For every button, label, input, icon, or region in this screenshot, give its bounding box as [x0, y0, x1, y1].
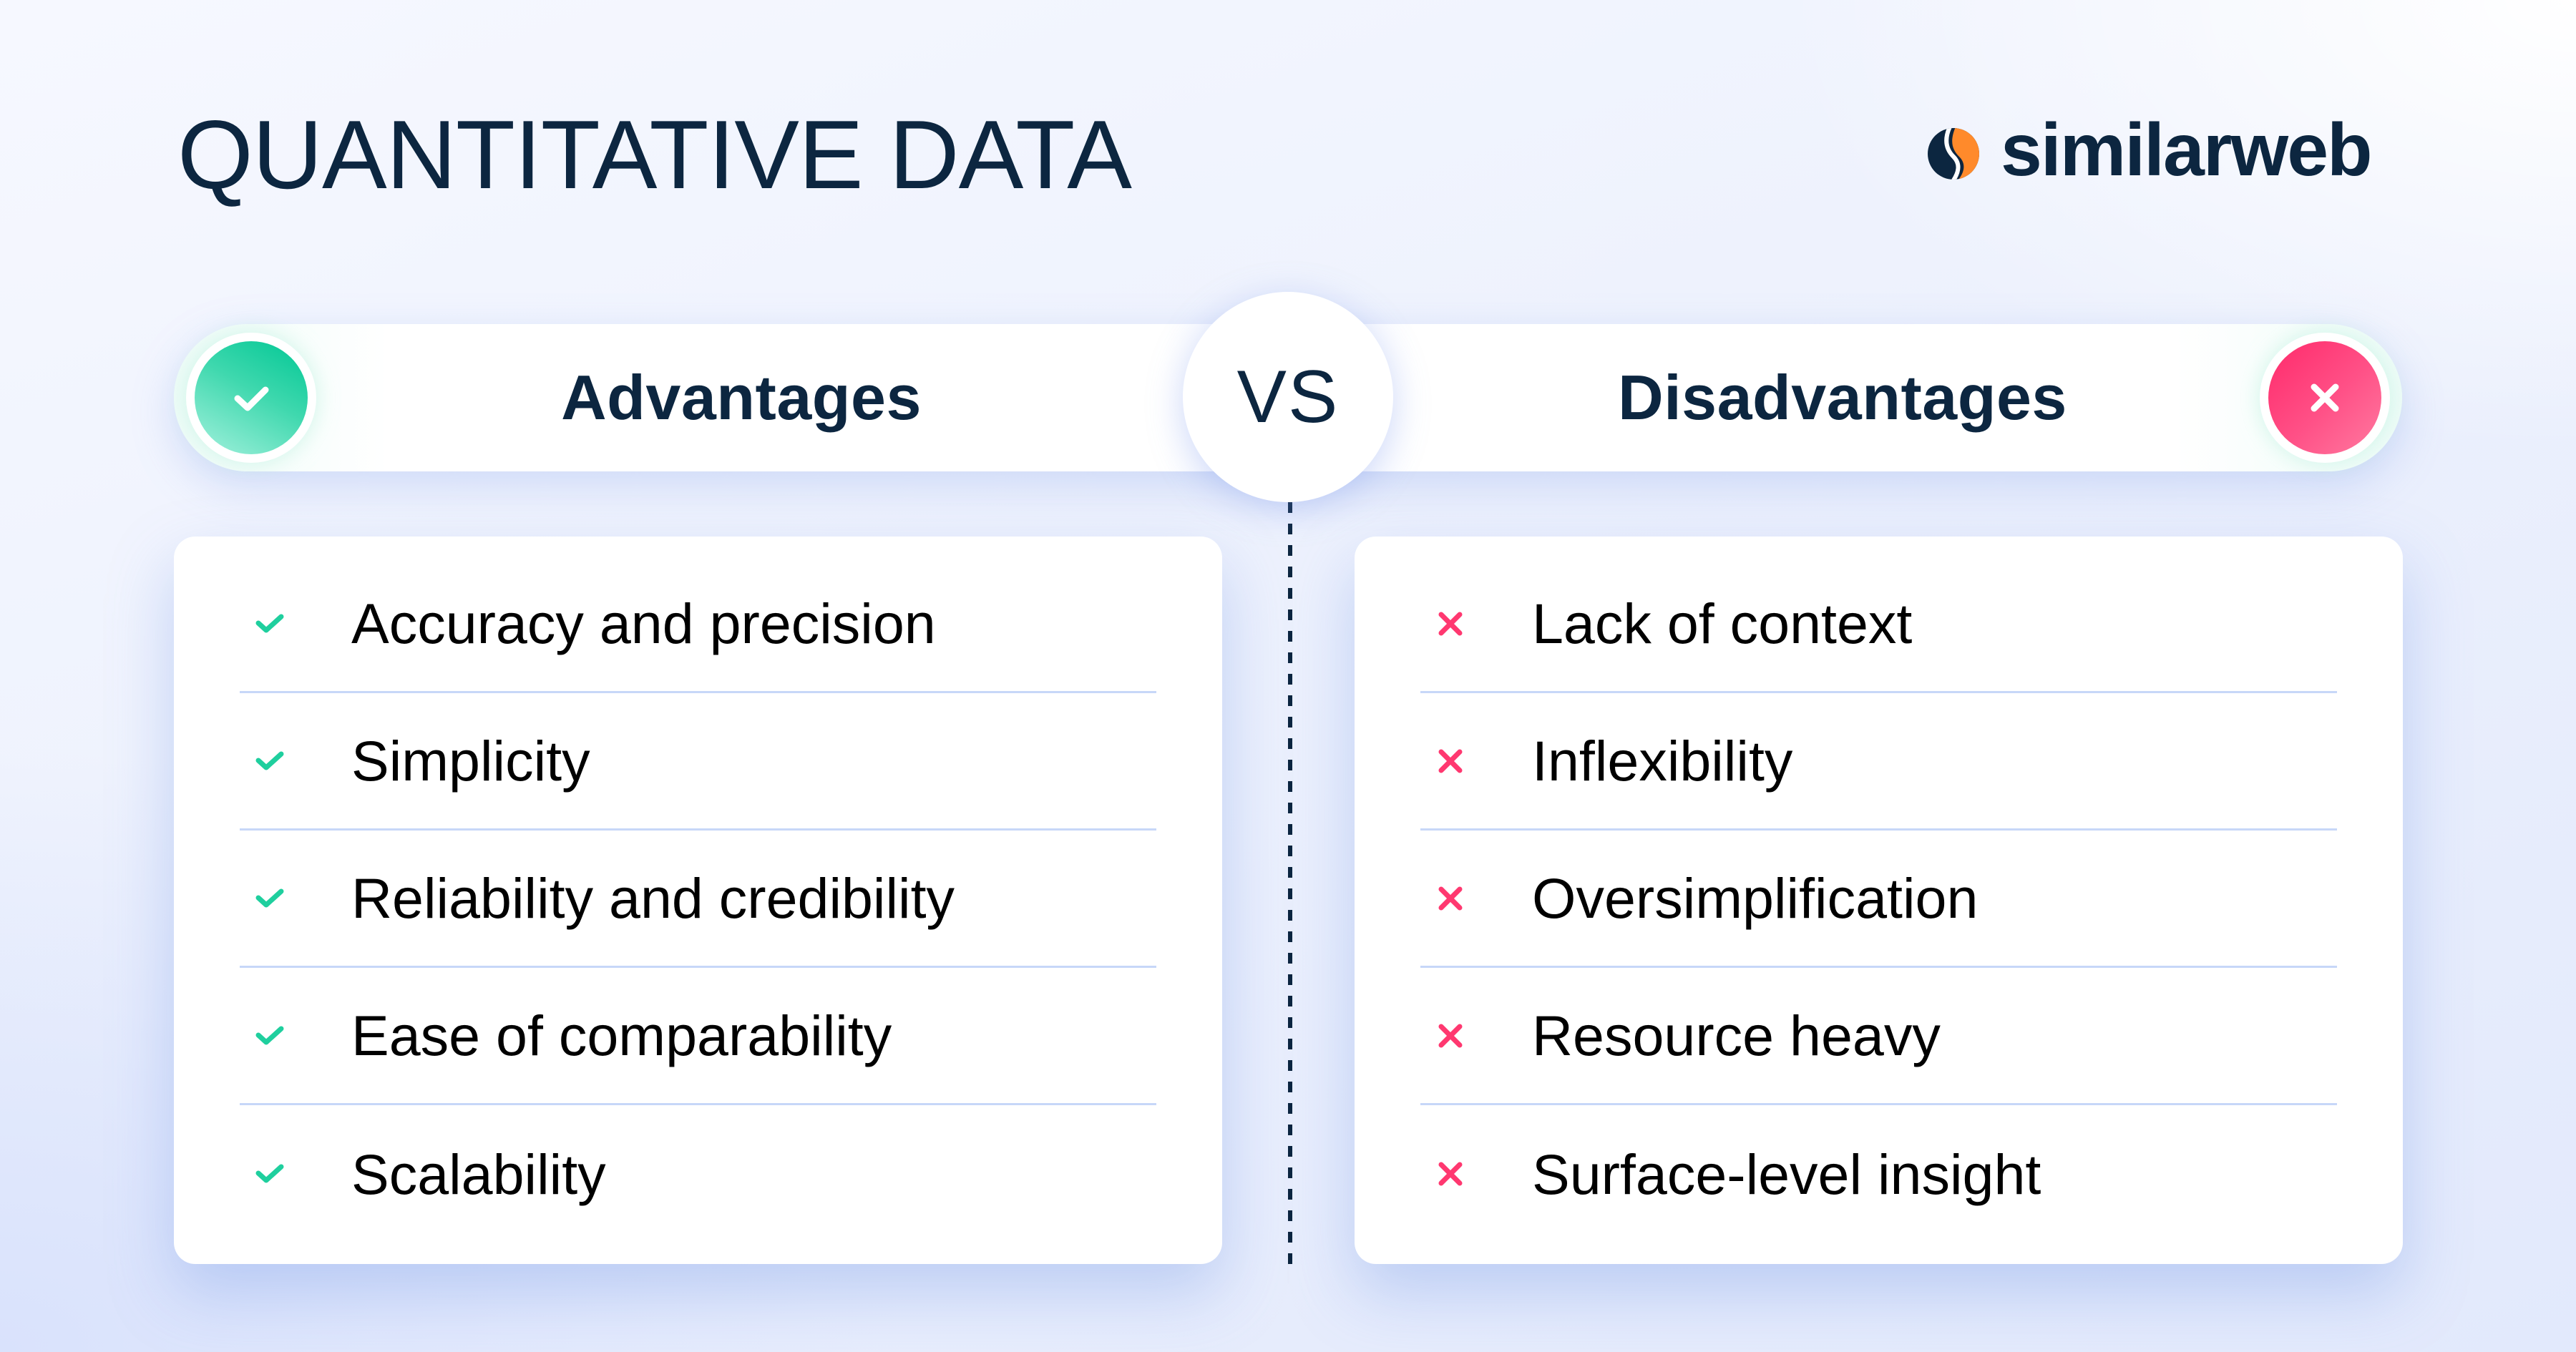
check-icon	[234, 386, 269, 411]
advantages-badge	[186, 333, 316, 463]
advantage-text: Simplicity	[351, 729, 590, 793]
disadvantages-header: Disadvantages	[1288, 324, 2402, 471]
x-icon	[1438, 886, 1463, 910]
advantage-item: Reliability and credibility	[240, 831, 1156, 968]
disadvantages-title: Disadvantages	[1618, 362, 2067, 433]
check-icon	[255, 614, 284, 632]
page-title: QUANTITATIVE DATA	[177, 100, 1132, 209]
check-icon	[255, 1026, 284, 1044]
dashed-divider	[1288, 502, 1292, 1264]
check-icon	[255, 888, 284, 907]
disadvantages-card: Lack of context Inflexibility Oversimpli…	[1355, 537, 2403, 1264]
disadvantage-item: Lack of context	[1420, 556, 2337, 693]
advantages-title: Advantages	[561, 362, 922, 433]
advantage-item: Ease of comparability	[240, 968, 1156, 1105]
advantage-item: Accuracy and precision	[240, 556, 1156, 693]
advantages-list: Accuracy and precision Simplicity Reliab…	[240, 556, 1156, 1243]
disadvantage-item: Oversimplification	[1420, 831, 2337, 968]
similarweb-logo-icon	[1928, 128, 1979, 180]
advantage-item: Scalability	[240, 1105, 1156, 1243]
advantage-text: Scalability	[351, 1142, 606, 1206]
disadvantage-item: Resource heavy	[1420, 968, 2337, 1105]
advantage-text: Reliability and credibility	[351, 866, 955, 930]
disadvantage-item: Inflexibility	[1420, 693, 2337, 831]
advantages-header: Advantages	[174, 324, 1290, 471]
advantage-text: Ease of comparability	[351, 1004, 892, 1067]
disadvantage-text: Surface-level insight	[1532, 1142, 2041, 1206]
logo-wordmark: similarweb	[2001, 109, 2373, 192]
disadvantage-item: Surface-level insight	[1420, 1105, 2337, 1243]
disadvantage-text: Inflexibility	[1532, 729, 1793, 793]
vs-label: VS	[1236, 356, 1340, 439]
disadvantages-badge	[2260, 333, 2390, 463]
disadvantage-text: Lack of context	[1532, 592, 1913, 655]
x-icon	[2311, 383, 2339, 412]
advantages-card: Accuracy and precision Simplicity Reliab…	[174, 537, 1222, 1264]
disadvantages-list: Lack of context Inflexibility Oversimpli…	[1420, 556, 2337, 1243]
x-icon	[1438, 1162, 1463, 1186]
disadvantage-text: Oversimplification	[1532, 866, 1979, 930]
check-icon	[255, 751, 284, 770]
x-icon	[1438, 612, 1463, 635]
vs-badge: VS	[1183, 292, 1393, 502]
disadvantage-text: Resource heavy	[1532, 1004, 1941, 1067]
x-icon	[1438, 1024, 1463, 1047]
advantage-text: Accuracy and precision	[351, 592, 936, 655]
advantage-item: Simplicity	[240, 693, 1156, 831]
x-icon	[1438, 749, 1463, 773]
check-icon	[255, 1164, 284, 1183]
similarweb-logo: similarweb	[1925, 109, 2373, 192]
